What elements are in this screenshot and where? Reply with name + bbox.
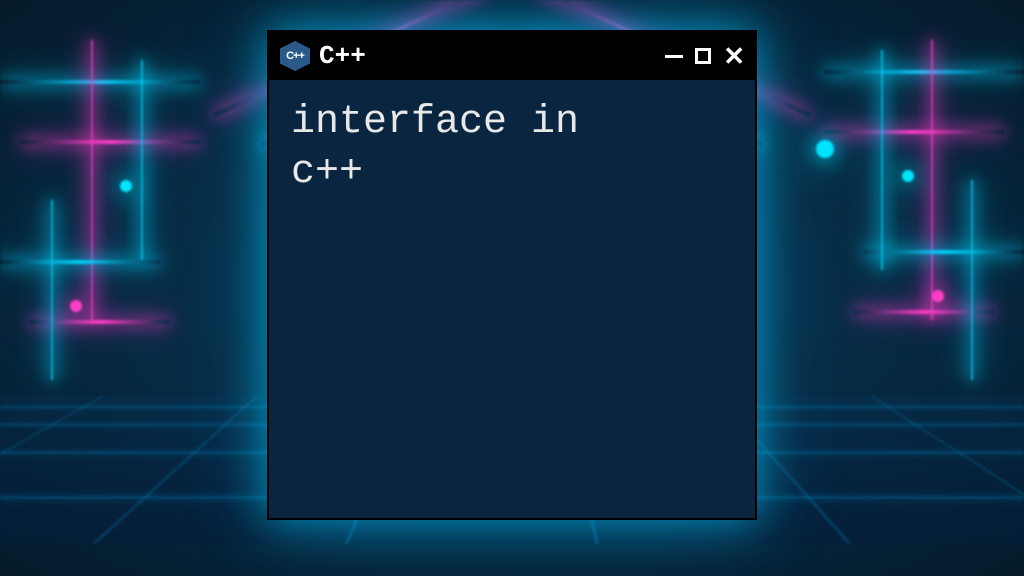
window-title: C++ — [319, 41, 657, 71]
minimize-button[interactable] — [665, 55, 683, 58]
window-controls: ✕ — [665, 43, 745, 69]
terminal-window: C++ C++ ✕ interface in c++ — [267, 30, 757, 520]
maximize-icon — [695, 48, 711, 64]
titlebar[interactable]: C++ C++ ✕ — [269, 32, 755, 80]
close-icon: ✕ — [723, 43, 745, 69]
maximize-button[interactable] — [695, 48, 711, 64]
window-body-text: interface in c++ — [269, 80, 755, 216]
minimize-icon — [665, 55, 683, 58]
cpp-icon: C++ — [279, 40, 311, 72]
close-button[interactable]: ✕ — [723, 43, 745, 69]
